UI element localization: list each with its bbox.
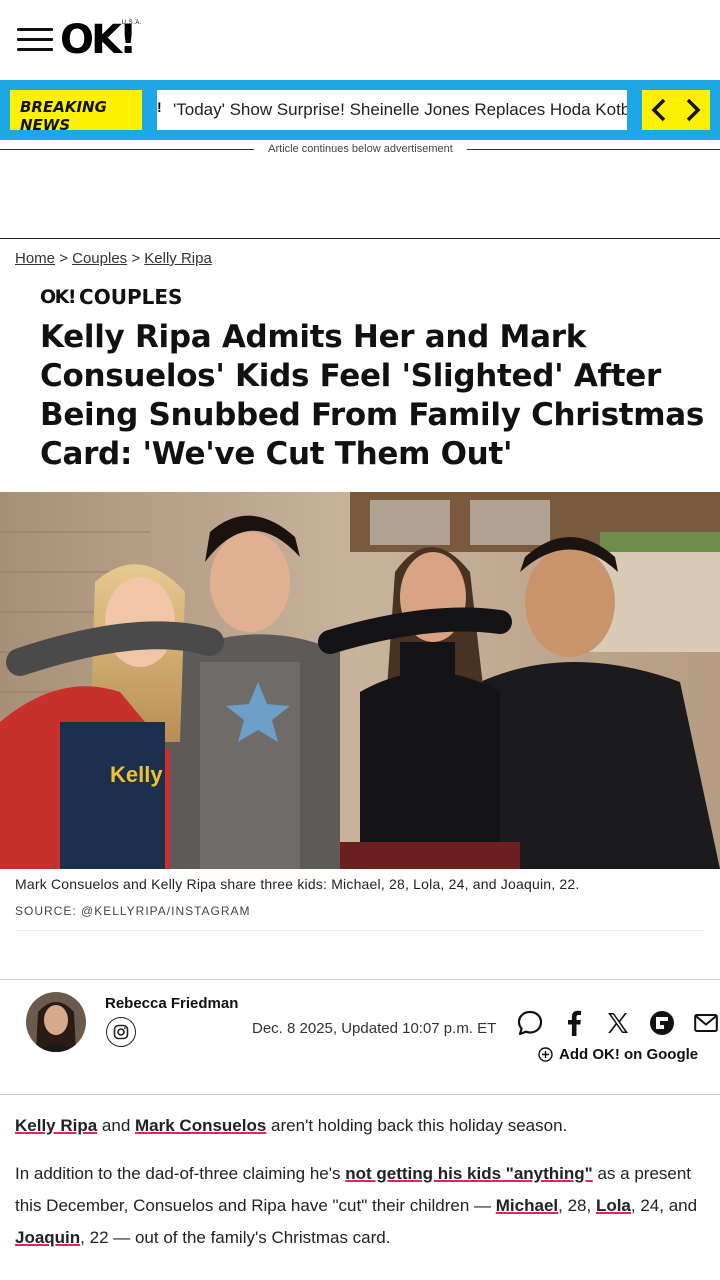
site-header: OK! U.S.A. — [0, 0, 720, 80]
instagram-icon[interactable] — [106, 1017, 136, 1047]
photo-source: SOURCE: @KELLYRIPA/INSTAGRAM — [15, 904, 251, 918]
comment-icon[interactable] — [515, 1008, 545, 1038]
breaking-news-ticker[interactable]: ! 'Today' Show Surprise! Sheinelle Jones… — [157, 90, 627, 130]
link-michael[interactable]: Michael — [496, 1196, 558, 1215]
breaking-news-bar: BREAKING NEWS ! 'Today' Show Surprise! S… — [0, 80, 720, 140]
chevron-right-icon[interactable] — [676, 90, 710, 130]
link-mark-consuelos[interactable]: Mark Consuelos — [135, 1116, 266, 1135]
breadcrumb: Home > Couples > Kelly Ripa — [15, 250, 212, 267]
ticker-nav — [642, 90, 710, 130]
section-logo: OK! — [40, 286, 77, 308]
breadcrumb-couples[interactable]: Couples — [72, 250, 127, 267]
article-paragraph: In addition to the dad-of-three claiming… — [15, 1164, 698, 1247]
breaking-news-label: BREAKING NEWS — [10, 90, 142, 134]
author-share-bar: Rebecca Friedman Dec. 8 2025, Updated 10… — [0, 979, 720, 1095]
plus-circle-icon — [538, 1047, 553, 1062]
article-headline: Kelly Ripa Admits Her and Mark Consuelos… — [40, 319, 705, 472]
ad-notice: Article continues below advertisement — [0, 142, 720, 156]
flipboard-icon[interactable] — [647, 1008, 677, 1038]
article-dateline: Dec. 8 2025, Updated 10:07 p.m. ET — [252, 1020, 497, 1037]
facebook-icon[interactable] — [559, 1008, 589, 1038]
hero-photo[interactable]: Kelly — [0, 492, 720, 869]
ok-mark-icon: ! — [157, 99, 162, 115]
author-name[interactable]: Rebecca Friedman — [105, 995, 238, 1012]
author-avatar[interactable] — [26, 992, 86, 1052]
svg-text:Kelly: Kelly — [110, 762, 163, 787]
menu-icon[interactable] — [17, 28, 53, 52]
ticker-headline[interactable]: 'Today' Show Surprise! Sheinelle Jones R… — [173, 100, 627, 120]
email-icon[interactable] — [691, 1008, 720, 1038]
link-kelly-ripa[interactable]: Kelly Ripa — [15, 1116, 97, 1135]
section-tag[interactable]: OK! COUPLES — [40, 285, 182, 309]
article-paragraph: Kelly Ripa and Mark Consuelos aren't hol… — [15, 1116, 568, 1135]
chevron-left-icon[interactable] — [642, 90, 676, 130]
x-icon[interactable] — [603, 1008, 633, 1038]
site-logo[interactable]: OK! U.S.A. — [60, 16, 144, 64]
link-joaquin[interactable]: Joaquin — [15, 1228, 80, 1247]
section-name: COUPLES — [79, 285, 183, 309]
breadcrumb-home[interactable]: Home — [15, 250, 55, 267]
link-gifts-story[interactable]: not getting his kids "anything" — [345, 1164, 593, 1183]
photo-caption: Mark Consuelos and Kelly Ripa share thre… — [15, 876, 580, 892]
add-ok-on-google-button[interactable]: Add OK! on Google — [538, 1046, 698, 1063]
divider — [15, 930, 705, 931]
ad-slot — [0, 156, 720, 239]
link-lola[interactable]: Lola — [596, 1196, 631, 1215]
breadcrumb-kelly-ripa[interactable]: Kelly Ripa — [144, 250, 212, 267]
